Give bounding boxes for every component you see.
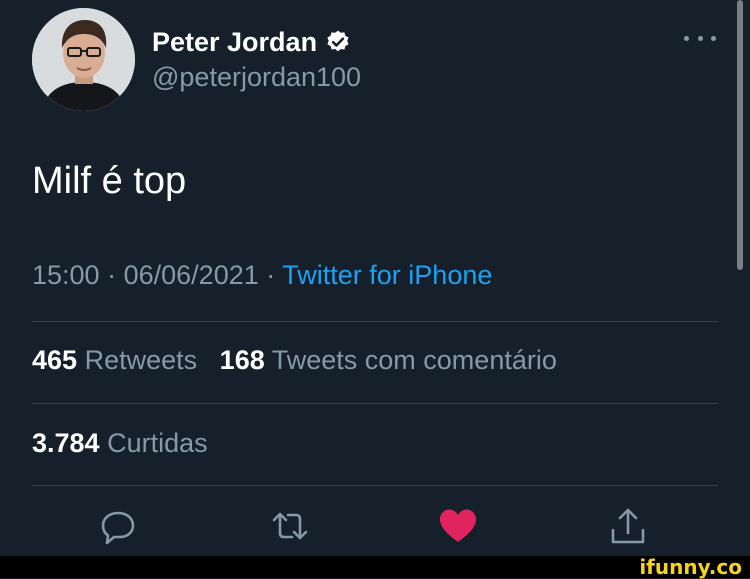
- verified-badge-icon: [325, 29, 351, 55]
- tweet-meta: 15:00 · 06/06/2021 · Twitter for iPhone: [32, 260, 492, 291]
- likes-label: Curtidas: [107, 428, 208, 458]
- share-stats-row: 465 Retweets 168 Tweets com comentário: [32, 345, 557, 376]
- heart-icon[interactable]: [438, 506, 478, 546]
- quotes-label: Tweets com comentário: [271, 345, 557, 375]
- tweet-detail: Peter Jordan @peterjordan100 Milf é top …: [0, 0, 750, 556]
- tweet-time[interactable]: 15:00: [32, 260, 100, 290]
- more-dot: [684, 35, 689, 41]
- divider: [32, 403, 718, 404]
- quotes-stat[interactable]: 168 Tweets com comentário: [220, 345, 557, 375]
- meta-separator: ·: [266, 260, 276, 290]
- tweet-date[interactable]: 06/06/2021: [124, 260, 259, 290]
- meta-separator: ·: [107, 260, 117, 290]
- retweet-icon[interactable]: [270, 506, 310, 546]
- more-dot: [711, 35, 716, 41]
- reply-icon[interactable]: [98, 506, 138, 546]
- tweet-text: Milf é top: [32, 160, 187, 202]
- avatar[interactable]: [32, 8, 135, 111]
- author-name[interactable]: Peter Jordan: [152, 27, 317, 58]
- more-options-icon[interactable]: [684, 30, 716, 46]
- retweets-count: 465: [32, 345, 78, 375]
- quotes-count: 168: [219, 345, 265, 375]
- divider: [32, 485, 718, 486]
- retweets-stat[interactable]: 465 Retweets: [32, 345, 205, 375]
- tweet-source-link[interactable]: Twitter for iPhone: [282, 260, 492, 290]
- scrollbar[interactable]: [737, 0, 743, 270]
- watermark-bar: ifunny.co: [0, 556, 750, 578]
- author-row[interactable]: Peter Jordan: [152, 24, 351, 60]
- retweets-label: Retweets: [84, 345, 198, 375]
- divider: [32, 321, 718, 322]
- author-handle[interactable]: @peterjordan100: [152, 62, 361, 93]
- likes-count: 3.784: [32, 428, 100, 458]
- share-icon[interactable]: [608, 506, 648, 546]
- likes-stats-row[interactable]: 3.784 Curtidas: [32, 428, 208, 459]
- watermark-logo: ifunny.co: [639, 555, 742, 579]
- more-dot: [697, 35, 703, 41]
